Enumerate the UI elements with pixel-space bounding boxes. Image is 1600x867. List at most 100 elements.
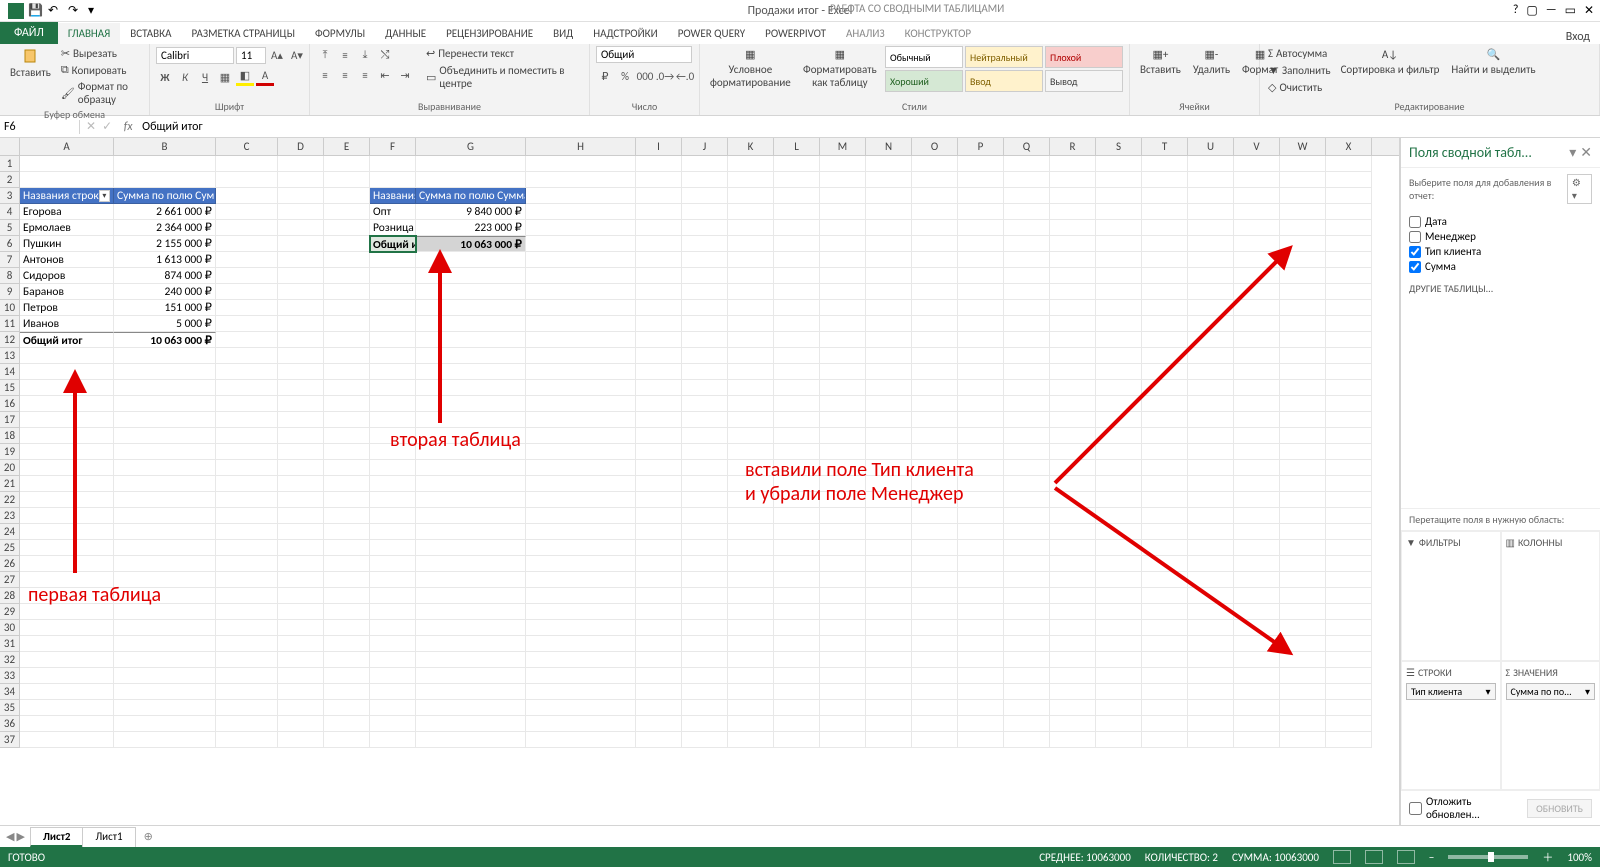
- cell[interactable]: [912, 668, 958, 684]
- cell[interactable]: [912, 412, 958, 428]
- cell[interactable]: [820, 508, 866, 524]
- cell[interactable]: [774, 412, 820, 428]
- cell[interactable]: [1280, 684, 1326, 700]
- column-header[interactable]: R: [1050, 138, 1096, 155]
- cell[interactable]: [370, 540, 416, 556]
- cell[interactable]: [682, 412, 728, 428]
- cell[interactable]: [820, 700, 866, 716]
- cell[interactable]: [820, 188, 866, 204]
- cell[interactable]: [216, 348, 278, 364]
- cell[interactable]: [958, 300, 1004, 316]
- cell[interactable]: [1188, 188, 1234, 204]
- cell[interactable]: [216, 396, 278, 412]
- cell[interactable]: [682, 668, 728, 684]
- cell[interactable]: [1004, 604, 1050, 620]
- cell[interactable]: [324, 636, 370, 652]
- cell[interactable]: [1142, 396, 1188, 412]
- cell[interactable]: [636, 684, 682, 700]
- cell[interactable]: [1004, 364, 1050, 380]
- cell[interactable]: [682, 476, 728, 492]
- cell[interactable]: [1096, 700, 1142, 716]
- cell[interactable]: [1280, 588, 1326, 604]
- cell[interactable]: [866, 316, 912, 332]
- cell[interactable]: [682, 300, 728, 316]
- cell[interactable]: [114, 460, 216, 476]
- cell[interactable]: [728, 156, 774, 172]
- cell[interactable]: [370, 476, 416, 492]
- cell[interactable]: [1280, 156, 1326, 172]
- cell[interactable]: [866, 716, 912, 732]
- row-header[interactable]: 31: [0, 636, 20, 652]
- cell[interactable]: [820, 220, 866, 236]
- cell[interactable]: [1050, 604, 1096, 620]
- cell[interactable]: [820, 268, 866, 284]
- cell[interactable]: [774, 716, 820, 732]
- cell[interactable]: [912, 252, 958, 268]
- cell[interactable]: [324, 476, 370, 492]
- cell[interactable]: [1004, 460, 1050, 476]
- row-header[interactable]: 8: [0, 268, 20, 284]
- cell[interactable]: [728, 588, 774, 604]
- column-header[interactable]: W: [1280, 138, 1326, 155]
- cell[interactable]: [820, 620, 866, 636]
- cell[interactable]: [1050, 396, 1096, 412]
- cell[interactable]: [958, 684, 1004, 700]
- cell[interactable]: [1142, 156, 1188, 172]
- cell[interactable]: [774, 188, 820, 204]
- cell[interactable]: [866, 540, 912, 556]
- cell[interactable]: [958, 444, 1004, 460]
- cell[interactable]: Егорова: [20, 204, 114, 220]
- cell[interactable]: [682, 604, 728, 620]
- cell[interactable]: [20, 412, 114, 428]
- name-box[interactable]: F6: [0, 120, 80, 134]
- cell[interactable]: [1234, 556, 1280, 572]
- cell[interactable]: [728, 332, 774, 348]
- cell[interactable]: [416, 156, 526, 172]
- cell[interactable]: Иванов: [20, 316, 114, 332]
- cell[interactable]: [526, 540, 636, 556]
- sheet-tab[interactable]: Лист2: [30, 827, 84, 847]
- cell[interactable]: [114, 636, 216, 652]
- cell[interactable]: [1004, 428, 1050, 444]
- cell[interactable]: [1004, 396, 1050, 412]
- cell[interactable]: [1096, 364, 1142, 380]
- row-header[interactable]: 33: [0, 668, 20, 684]
- cell[interactable]: [912, 348, 958, 364]
- cell[interactable]: [114, 700, 216, 716]
- cell[interactable]: [278, 188, 324, 204]
- cell[interactable]: [866, 588, 912, 604]
- cell[interactable]: [774, 220, 820, 236]
- cell[interactable]: [820, 252, 866, 268]
- cell[interactable]: [216, 476, 278, 492]
- row-header[interactable]: 29: [0, 604, 20, 620]
- cell[interactable]: [728, 524, 774, 540]
- cell[interactable]: [636, 460, 682, 476]
- cell[interactable]: [682, 684, 728, 700]
- cell[interactable]: [526, 604, 636, 620]
- cell[interactable]: [370, 508, 416, 524]
- cell[interactable]: [1142, 300, 1188, 316]
- cell[interactable]: [1280, 236, 1326, 252]
- cell[interactable]: [1326, 444, 1372, 460]
- field-item[interactable]: Сумма: [1409, 259, 1592, 274]
- cell[interactable]: [636, 268, 682, 284]
- font-color-icon[interactable]: A: [256, 68, 274, 86]
- cell[interactable]: [1326, 476, 1372, 492]
- cell[interactable]: [912, 652, 958, 668]
- cell[interactable]: [324, 540, 370, 556]
- cell[interactable]: [20, 444, 114, 460]
- cell[interactable]: [416, 588, 526, 604]
- undo-icon[interactable]: ↶: [48, 3, 64, 19]
- row-header[interactable]: 35: [0, 700, 20, 716]
- cell[interactable]: [416, 572, 526, 588]
- cell[interactable]: [1234, 716, 1280, 732]
- cell[interactable]: [958, 636, 1004, 652]
- cell[interactable]: [1004, 412, 1050, 428]
- cell[interactable]: Петров: [20, 300, 114, 316]
- cell[interactable]: [216, 412, 278, 428]
- cell[interactable]: [370, 652, 416, 668]
- cell[interactable]: [1004, 172, 1050, 188]
- bold-icon[interactable]: Ж: [156, 68, 174, 86]
- cell[interactable]: [114, 428, 216, 444]
- cell[interactable]: [728, 700, 774, 716]
